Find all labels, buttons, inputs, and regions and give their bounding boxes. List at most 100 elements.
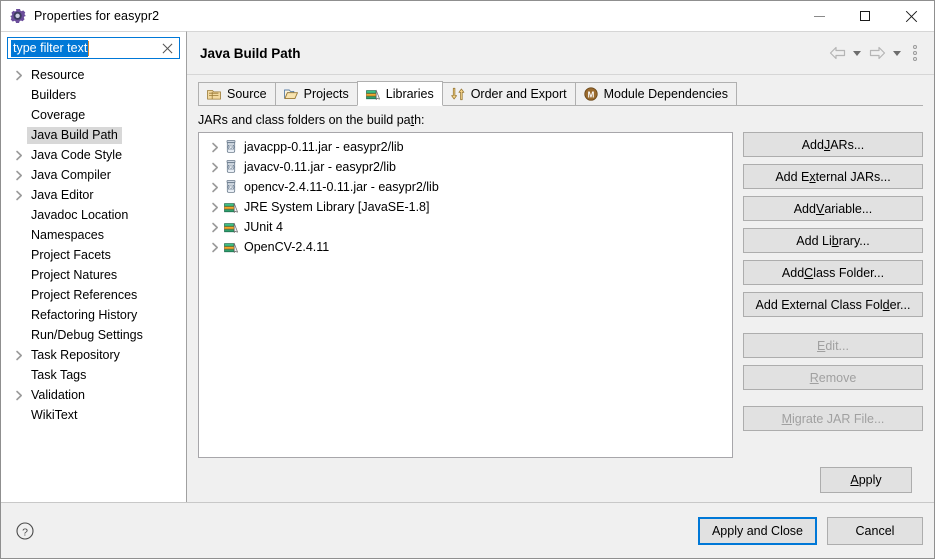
window-title: Properties for easypr2 (34, 9, 160, 23)
apply-and-close-button[interactable]: Apply and Close (697, 516, 817, 545)
svg-text:M: M (587, 90, 594, 99)
button-label-mnemonic: M (781, 411, 793, 426)
sidebar-item-label: Builders (31, 87, 77, 102)
sidebar-item-project-natures[interactable]: Project Natures (1, 265, 186, 285)
button-label-prefix: Add (793, 201, 816, 216)
svg-text:010: 010 (228, 145, 236, 150)
svg-text:?: ? (22, 526, 28, 538)
tab-module-dependencies[interactable]: M Module Dependencies (574, 82, 737, 106)
apply-label-suffix: pply (858, 473, 882, 487)
sidebar-item-label: Namespaces (31, 227, 104, 242)
button-label-suffix: er... (889, 297, 911, 312)
build-path-entry[interactable]: JUnit 4 (199, 217, 732, 237)
back-arrow-icon[interactable] (826, 42, 848, 64)
chevron-right-icon[interactable] (207, 242, 223, 253)
build-path-tabs[interactable]: Source Projects Libraries Order and Export M… (187, 81, 934, 106)
build-path-entry[interactable]: OpenCV-2.4.11 (199, 237, 732, 257)
chevron-right-icon[interactable] (207, 222, 223, 233)
build-path-entry[interactable]: 010 javacv-0.11.jar - easypr2/lib (199, 157, 732, 177)
button-label-suffix: emove (818, 370, 857, 385)
sidebar-item-refactoring-history[interactable]: Refactoring History (1, 305, 186, 325)
close-button[interactable] (888, 1, 934, 31)
apply-button[interactable]: Apply (820, 467, 912, 493)
sidebar-item-task-repository[interactable]: Task Repository (1, 345, 186, 365)
filter-input[interactable]: type filter text (7, 37, 180, 59)
build-path-list[interactable]: 010 javacpp-0.11.jar - easypr2/lib 010 java… (198, 132, 733, 458)
sidebar-item-javadoc-location[interactable]: Javadoc Location (1, 205, 186, 225)
sidebar-item-label: Task Tags (31, 367, 87, 382)
sidebar-item-java-compiler[interactable]: Java Compiler (1, 165, 186, 185)
build-path-entry[interactable]: 010 javacpp-0.11.jar - easypr2/lib (199, 137, 732, 157)
forward-arrow-icon[interactable] (866, 42, 888, 64)
library-icon (223, 199, 239, 215)
add-variable-button[interactable]: Add Variable... (743, 196, 923, 221)
button-label-suffix: rary... (838, 233, 870, 248)
tab-libraries[interactable]: Libraries (356, 81, 443, 106)
sidebar-item-label: Project References (31, 287, 138, 302)
tab-label: Module Dependencies (603, 87, 728, 101)
sidebar-item-project-facets[interactable]: Project Facets (1, 245, 186, 265)
add-library-button[interactable]: Add Li b rary... (743, 228, 923, 253)
build-path-entry-label: JRE System Library [JavaSE-1.8] (244, 200, 430, 214)
tab-label: Source (227, 87, 267, 101)
tab-label: Projects (303, 87, 349, 101)
sidebar-item-task-tags[interactable]: Task Tags (1, 365, 186, 385)
sidebar-item-java-editor[interactable]: Java Editor (1, 185, 186, 205)
tab-projects[interactable]: Projects (274, 82, 358, 106)
add-class-folder-button[interactable]: Add Class Folder... (743, 260, 923, 285)
settings-tree[interactable]: Resource Builders Coverage Java Build Path J… (1, 63, 186, 502)
chevron-right-icon[interactable] (207, 142, 223, 153)
tab-label: Libraries (385, 86, 434, 101)
cancel-button[interactable]: Cancel (827, 516, 923, 545)
button-label-prefix: Add Li (796, 233, 832, 248)
sidebar-item-namespaces[interactable]: Namespaces (1, 225, 186, 245)
sidebar-item-label: Project Natures (31, 267, 118, 282)
sidebar-item-builders[interactable]: Builders (1, 85, 186, 105)
button-label-prefix: Add (801, 137, 824, 152)
add-external-jars-button[interactable]: Add Ex ternal JARs... (743, 164, 923, 189)
sidebar-item-wikitext[interactable]: WikiText (1, 405, 186, 425)
build-path-entry-label: javacpp-0.11.jar - easypr2/lib (244, 140, 404, 154)
help-icon[interactable]: ? (15, 521, 35, 541)
minimize-button[interactable] (796, 1, 842, 31)
chevron-right-icon[interactable] (11, 350, 27, 361)
tab-source[interactable]: Source (198, 82, 276, 106)
sidebar-item-run-debug-settings[interactable]: Run/Debug Settings (1, 325, 186, 345)
sidebar-item-label: Validation (31, 387, 85, 402)
sidebar-item-label: Coverage (31, 107, 86, 122)
sidebar-item-coverage[interactable]: Coverage (1, 105, 186, 125)
projects-folder-icon (283, 86, 299, 102)
page-header: Java Build Path (187, 32, 934, 74)
sidebar-item-java-code-style[interactable]: Java Code Style (1, 145, 186, 165)
sidebar-item-project-references[interactable]: Project References (1, 285, 186, 305)
chevron-right-icon[interactable] (11, 150, 27, 161)
add-jars-button[interactable]: Add J ARs... (743, 132, 923, 157)
chevron-right-icon[interactable] (11, 70, 27, 81)
sidebar-item-label: Java Code Style (31, 147, 123, 162)
back-history-chevron-down-icon[interactable] (850, 42, 864, 64)
list-caption-suffix: h: (414, 113, 425, 127)
view-menu-icon[interactable] (906, 42, 924, 64)
chevron-right-icon[interactable] (11, 190, 27, 201)
chevron-right-icon[interactable] (207, 182, 223, 193)
chevron-right-icon[interactable] (11, 390, 27, 401)
sidebar-item-resource[interactable]: Resource (1, 65, 186, 85)
forward-history-chevron-down-icon[interactable] (890, 42, 904, 64)
source-package-icon (206, 86, 222, 102)
clear-filter-icon[interactable] (162, 43, 173, 54)
chevron-right-icon[interactable] (207, 162, 223, 173)
add-external-class-folder-button[interactable]: Add External Class Fol d er... (743, 292, 923, 317)
tab-order-and-export[interactable]: Order and Export (441, 82, 576, 106)
sidebar-item-label: Java Editor (31, 187, 94, 202)
sidebar-item-label: Run/Debug Settings (31, 327, 143, 342)
maximize-button[interactable] (842, 1, 888, 31)
chevron-right-icon[interactable] (11, 170, 27, 181)
build-path-entry[interactable]: 010 opencv-2.4.11-0.11.jar - easypr2/lib (199, 177, 732, 197)
build-path-entry-label: opencv-2.4.11-0.11.jar - easypr2/lib (244, 180, 439, 194)
build-path-entry[interactable]: JRE System Library [JavaSE-1.8] (199, 197, 732, 217)
filter-input-value: type filter text (11, 39, 89, 57)
dialog-footer: ? Apply and Close Cancel (1, 502, 934, 558)
chevron-right-icon[interactable] (207, 202, 223, 213)
sidebar-item-java-build-path[interactable]: Java Build Path (1, 125, 186, 145)
sidebar-item-validation[interactable]: Validation (1, 385, 186, 405)
